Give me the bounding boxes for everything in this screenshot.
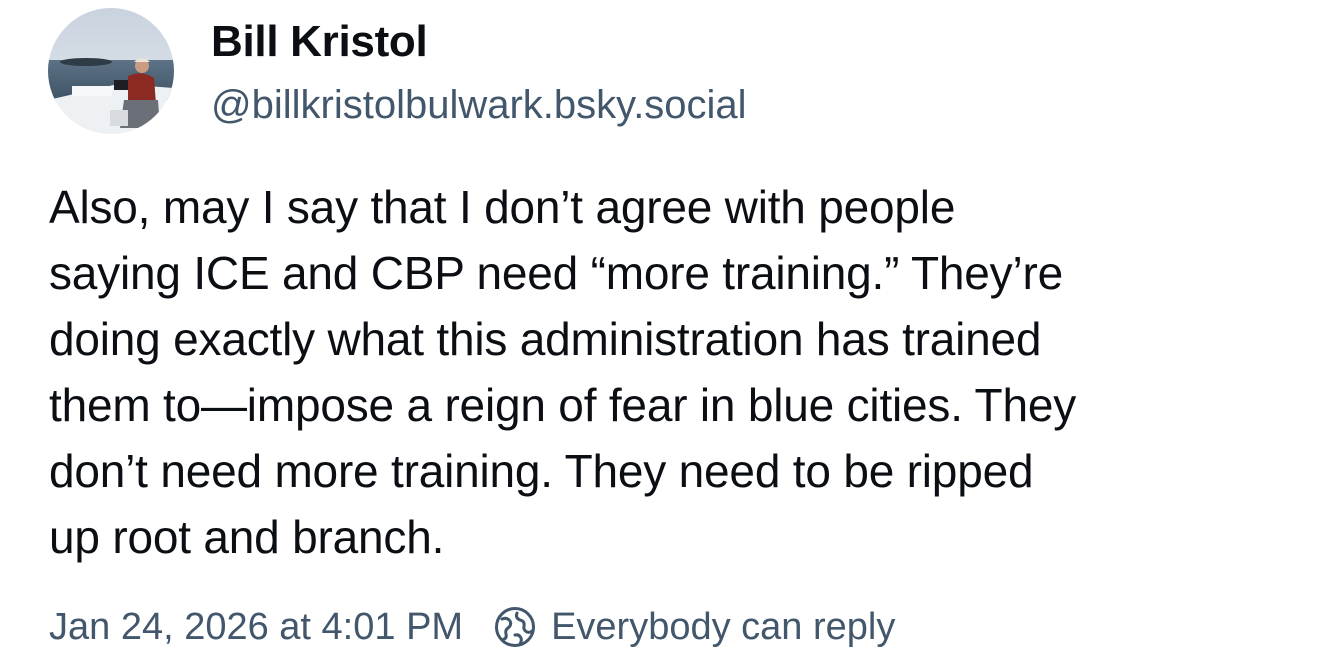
post-text-line: saying ICE and CBP need “more training.”… — [49, 247, 1063, 299]
earth-globe-icon — [493, 605, 537, 649]
author-display-name[interactable]: Bill Kristol — [211, 16, 428, 68]
post-detail: Bill Kristol @billkristolbulwark.bsky.so… — [0, 0, 1320, 667]
author-handle[interactable]: @billkristolbulwark.bsky.social — [211, 80, 747, 130]
post-text-line: doing exactly what this administration h… — [49, 313, 1042, 365]
avatar-photo-icon — [48, 8, 174, 134]
post-text-line: don’t need more training. They need to b… — [49, 445, 1034, 497]
post-text-line: Also, may I say that I don’t agree with … — [49, 181, 956, 233]
author-avatar[interactable] — [48, 8, 174, 134]
reply-setting-button[interactable]: Everybody can reply — [493, 605, 895, 649]
post-text-line: up root and branch. — [49, 511, 445, 563]
post-meta-row: Jan 24, 2026 at 4:01 PM Everybody can re… — [49, 600, 895, 654]
post-timestamp[interactable]: Jan 24, 2026 at 4:01 PM — [49, 606, 463, 649]
post-text-line: them to—impose a reign of fear in blue c… — [49, 379, 1077, 431]
post-body-text: Also, may I say that I don’t agree with … — [49, 174, 1289, 570]
reply-setting-label: Everybody can reply — [551, 605, 896, 648]
